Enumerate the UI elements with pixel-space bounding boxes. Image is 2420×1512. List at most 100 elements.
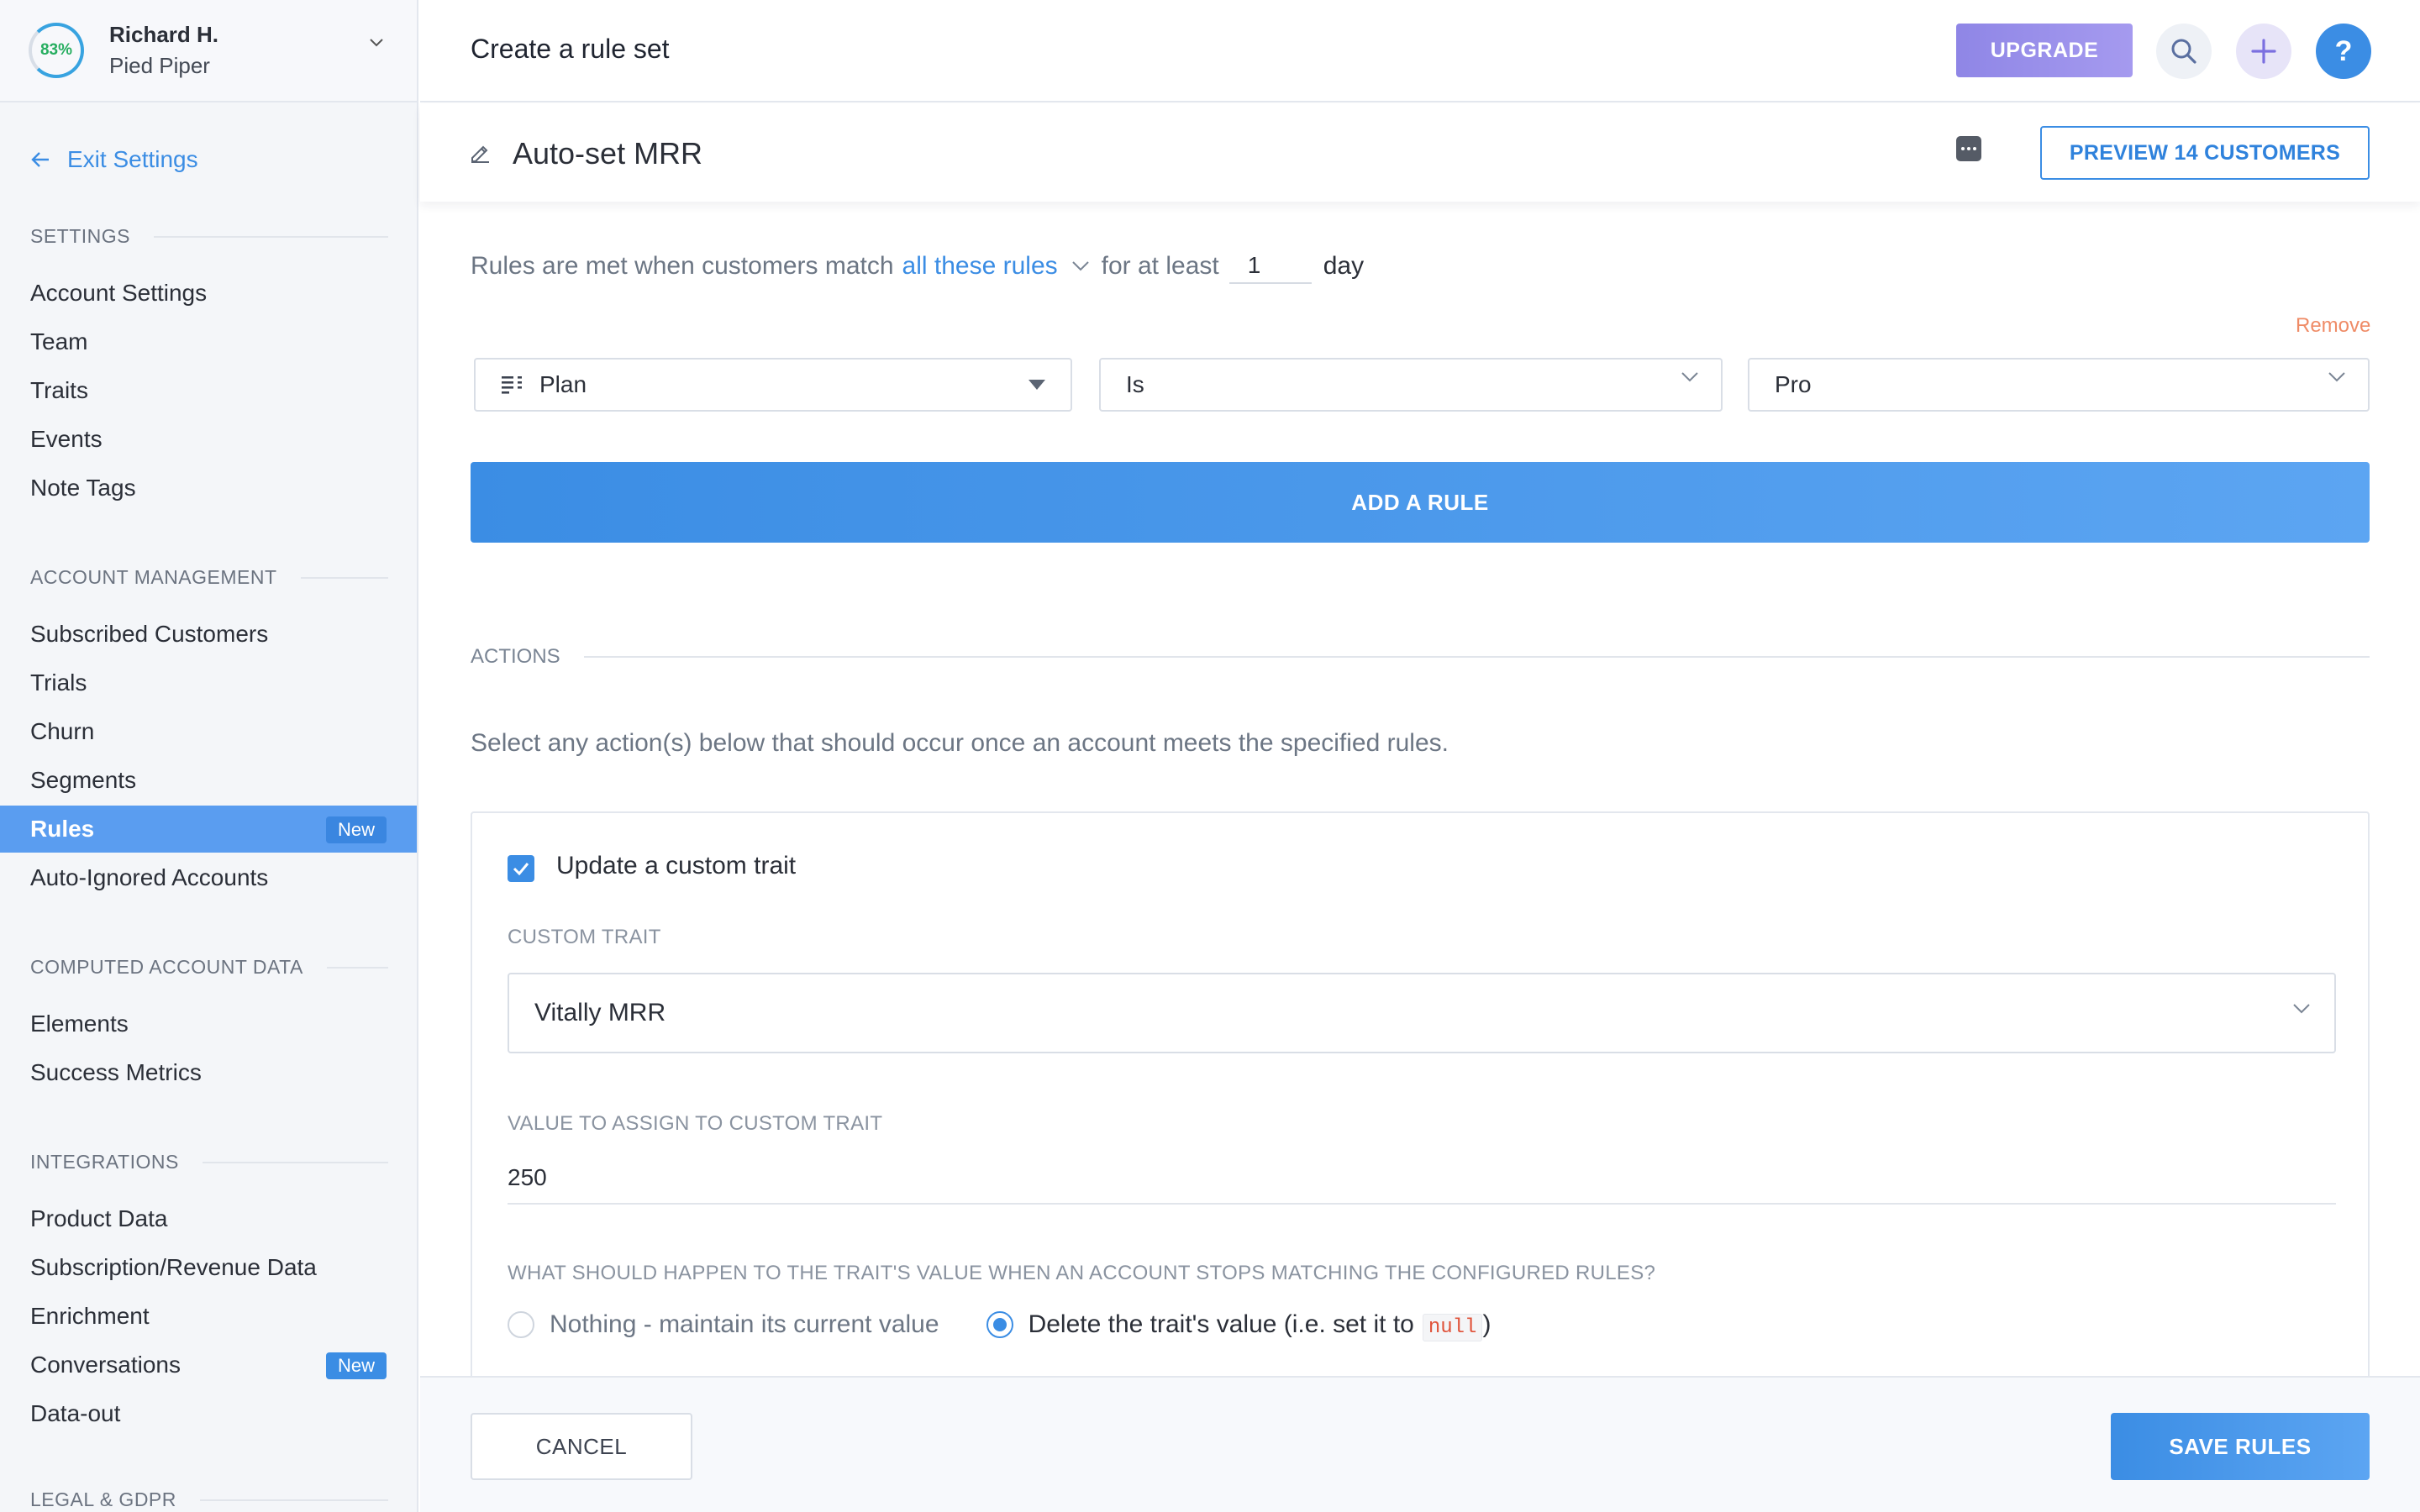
sidebar-item-trials[interactable]: Trials [0,659,417,706]
sidebar-item-churn[interactable]: Churn [0,708,417,755]
sidebar-item-traits[interactable]: Traits [0,367,417,414]
sidebar-item-label: Auto-Ignored Accounts [30,864,269,890]
days-input[interactable] [1228,249,1312,284]
trait-list-icon [502,376,522,394]
day-unit-label: day [1323,252,1365,280]
chevron-down-icon [370,39,383,47]
sidebar-item-label: Events [30,426,103,452]
rule-value-value: Pro [1775,371,1812,397]
sidebar-item-label: Product Data [30,1205,168,1231]
help-icon: ? [2334,34,2353,67]
delete-value-radio[interactable] [986,1311,1013,1338]
sidebar-item-conversations[interactable]: Conversations New [0,1341,417,1389]
create-button[interactable] [2236,24,2291,79]
sidebar-item-success-metrics[interactable]: Success Metrics [0,1049,417,1096]
section-account-management: ACCOUNT MANAGEMENT [30,566,388,589]
plus-icon [2251,39,2276,64]
sidebar-item-segments[interactable]: Segments [0,757,417,804]
sidebar-item-elements[interactable]: Elements [0,1000,417,1047]
sidebar-item-label: Subscription/Revenue Data [30,1254,317,1280]
sidebar-item-team[interactable]: Team [0,318,417,365]
chevron-down-icon [2293,1004,2310,1014]
delete-value-text: Delete the trait's value (i.e. set it to [1028,1310,1414,1338]
save-rules-button[interactable]: SAVE RULES [2111,1413,2370,1480]
sidebar-item-label: Team [30,328,88,354]
sidebar-item-label: Account Settings [30,280,208,306]
keep-value-radio[interactable] [508,1311,534,1338]
sidebar-item-note-tags[interactable]: Note Tags [0,465,417,512]
actions-title: ACTIONS [471,645,560,668]
sidebar-item-enrichment[interactable]: Enrichment [0,1293,417,1340]
user-name: Richard H. [109,22,219,47]
update-trait-label[interactable]: Update a custom trait [556,852,796,880]
sidebar-item-label: Rules [30,816,95,842]
section-divider [326,966,388,969]
actions-heading: ACTIONS [471,645,2370,669]
sidebar-item-label: Subscribed Customers [30,621,269,647]
section-divider [202,1161,388,1163]
exit-settings-link[interactable]: Exit Settings [30,146,198,173]
sidebar-item-subscription-revenue-data[interactable]: Subscription/Revenue Data [0,1244,417,1291]
ruleset-title-bar: Auto-set MRR PREVIEW 14 CUSTOMERS [420,104,2420,202]
help-button[interactable]: ? [2316,24,2371,79]
sidebar-item-events[interactable]: Events [0,416,417,463]
search-icon [2171,39,2196,64]
rule-editor: Rules are met when customers match all t… [420,202,2420,1399]
section-title: COMPUTED ACCOUNT DATA [30,956,303,978]
sidebar-item-data-out[interactable]: Data-out [0,1390,417,1437]
account-text: Richard H. Pied Piper [109,19,218,81]
sidebar-item-account-settings[interactable]: Account Settings [0,270,417,317]
stop-matching-question: WHAT SHOULD HAPPEN TO THE TRAIT'S VALUE … [508,1262,1656,1284]
exit-settings-label: Exit Settings [67,146,198,172]
delete-value-label[interactable]: Delete the trait's value (i.e. set it to… [1028,1310,1491,1341]
match-prefix: Rules are met when customers match [471,252,894,280]
section-title: ACCOUNT MANAGEMENT [30,566,277,588]
pencil-icon[interactable] [469,141,491,163]
rule-field-value: Plan [539,371,587,397]
sidebar-item-label: Note Tags [30,475,136,501]
caret-down-icon [1028,380,1045,390]
update-trait-checkbox[interactable] [508,855,534,882]
section-legal-gdpr: LEGAL & GDPR [30,1488,388,1511]
preview-customers-button[interactable]: PREVIEW 14 CUSTOMERS [2040,126,2370,180]
sidebar-item-rules[interactable]: Rules New [0,806,417,853]
update-trait-action-card: Update a custom trait CUSTOM TRAIT Vital… [471,811,2370,1399]
rule-field-select[interactable]: Plan [474,358,1072,412]
assign-value-input[interactable] [508,1158,2336,1205]
custom-trait-value: Vitally MRR [534,999,666,1026]
rule-value-select[interactable]: Pro [1748,358,2370,412]
checkmark-icon [513,863,529,875]
section-title: INTEGRATIONS [30,1151,179,1173]
section-integrations: INTEGRATIONS [30,1151,388,1173]
sidebar-item-label: Churn [30,718,95,744]
page-title: Create a rule set [471,34,670,64]
remove-rule-link[interactable]: Remove [2296,314,2370,338]
settings-sidebar: 83% Richard H. Pied Piper Exit Settings … [0,0,418,1512]
cancel-button[interactable]: CANCEL [471,1413,692,1480]
custom-trait-select[interactable]: Vitally MRR [508,973,2336,1053]
sidebar-item-label: Elements [30,1011,129,1037]
sidebar-item-subscribed-customers[interactable]: Subscribed Customers [0,611,417,658]
match-mode-dropdown[interactable]: all these rules [902,252,1058,281]
sidebar-item-label: Enrichment [30,1303,150,1329]
add-rule-button[interactable]: ADD A RULE [471,462,2370,543]
rule-operator-select[interactable]: Is [1099,358,1723,412]
sidebar-item-label: Traits [30,377,88,403]
sidebar-item-product-data[interactable]: Product Data [0,1195,417,1242]
sidebar-item-auto-ignored-accounts[interactable]: Auto-Ignored Accounts [0,854,417,901]
chevron-down-icon [2328,372,2345,382]
sidebar-item-label: Success Metrics [30,1059,202,1085]
arrow-left-icon [31,152,49,167]
section-divider [154,235,388,238]
top-bar: Create a rule set UPGRADE ? [420,0,2420,102]
match-criteria-row: Rules are met when customers match all t… [471,249,1364,284]
keep-value-label[interactable]: Nothing - maintain its current value [550,1310,939,1339]
account-switcher[interactable]: 83% Richard H. Pied Piper [0,0,417,102]
upgrade-button[interactable]: UPGRADE [1956,24,2133,77]
section-divider [583,656,2370,658]
more-options-icon[interactable] [1956,136,1981,161]
onboarding-progress-value: 83% [39,41,73,59]
ruleset-name[interactable]: Auto-set MRR [513,136,702,171]
search-button[interactable] [2156,24,2212,79]
section-computed-account-data: COMPUTED ACCOUNT DATA [30,956,388,979]
